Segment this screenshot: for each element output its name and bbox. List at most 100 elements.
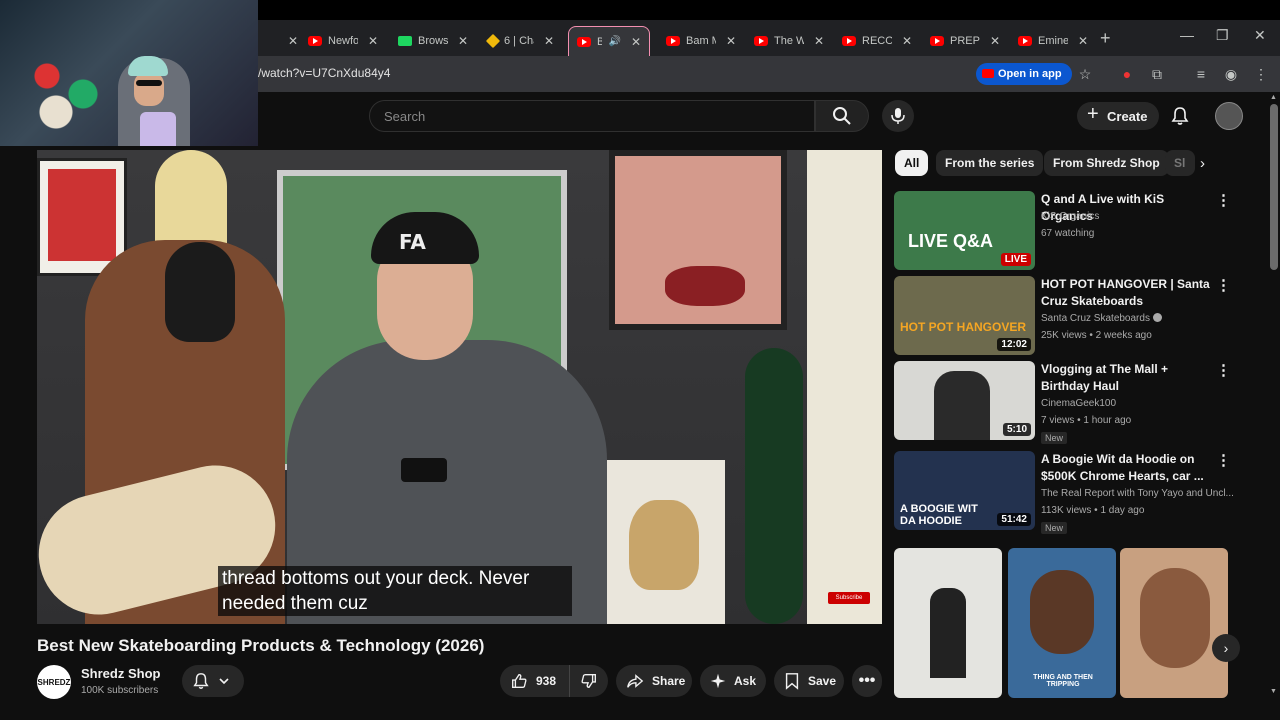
duration-badge: 51:42 (997, 513, 1031, 526)
close-tab-icon[interactable]: ✕ (631, 35, 641, 49)
save-button[interactable]: Save (774, 665, 844, 697)
scrollbar-thumb[interactable] (1270, 104, 1278, 270)
browser-tab[interactable]: Bam M ✕ (658, 26, 744, 56)
chip-partial[interactable]: Sl (1165, 150, 1195, 176)
recommendation-title[interactable]: HOT POT HANGOVER | Santa Cruz Skateboard… (1041, 276, 1217, 310)
youtube-icon (930, 36, 944, 46)
browser-tab-active[interactable]: Be 🔊 ✕ (568, 26, 650, 56)
recommendation-title[interactable]: A Boogie Wit da Hoodie on $500K Chrome H… (1041, 451, 1217, 485)
scroll-down-icon[interactable]: ▼ (1270, 688, 1277, 695)
scroll-up-icon[interactable]: ▲ (1270, 94, 1277, 101)
recommendation-item[interactable]: LIVE Q&A LIVE Q and A Live with KiS Orga… (894, 191, 1234, 271)
restore-icon[interactable]: ❐ (1216, 27, 1229, 44)
chip-from-shredz-shop[interactable]: From Shredz Shop (1044, 150, 1169, 176)
browser-tab[interactable]: 6 | Cha ✕ (480, 26, 562, 56)
close-tab-icon[interactable]: ✕ (814, 34, 824, 48)
binance-icon (485, 33, 501, 49)
create-button[interactable]: Create (1077, 102, 1160, 130)
close-tab-icon[interactable]: ✕ (458, 34, 468, 48)
video-thumbnail[interactable]: A BOOGIE WIT DA HOODIE 51:42 (894, 451, 1035, 530)
open-in-app-button[interactable]: Open in app (976, 63, 1072, 85)
chevron-down-icon (219, 678, 229, 685)
search-button[interactable] (815, 100, 869, 132)
recommendation-item[interactable]: 5:10 Vlogging at The Mall + Birthday Hau… (894, 361, 1234, 444)
extension-icon[interactable]: ● (1117, 64, 1137, 84)
voice-search-button[interactable] (882, 100, 914, 132)
video-caption: thread bottoms out your deck. Never need… (218, 566, 572, 616)
profile-icon[interactable]: ◉ (1221, 64, 1241, 84)
more-vertical-icon[interactable]: ⋮ (1216, 451, 1231, 469)
more-vertical-icon[interactable]: ⋮ (1216, 191, 1231, 209)
tab-label: Newfo (328, 35, 358, 47)
recommendation-item[interactable]: HOT POT HANGOVER 12:02 HOT POT HANGOVER … (894, 276, 1234, 356)
close-tab-icon[interactable]: ✕ (1078, 34, 1088, 48)
more-vertical-icon[interactable]: ⋮ (1216, 276, 1231, 294)
video-thumbnail[interactable]: LIVE Q&A LIVE (894, 191, 1035, 270)
minimize-icon[interactable]: — (1180, 27, 1194, 43)
browser-tab[interactable]: Browse ✕ (390, 26, 476, 56)
extensions-puzzle-icon[interactable]: ⧉ (1147, 64, 1167, 84)
notifications-bell-icon[interactable] (1170, 106, 1190, 131)
microphone-icon (891, 108, 905, 124)
recommendation-meta: 7 views • 1 hour ago (1041, 415, 1132, 426)
like-button[interactable]: 938 (500, 665, 570, 697)
channel-label: Santa Cruz Skateboards (1041, 313, 1150, 324)
dislike-button[interactable] (570, 672, 608, 690)
save-label: Save (808, 674, 837, 688)
close-tab-icon[interactable]: ✕ (288, 34, 298, 48)
search-input[interactable]: Search (369, 100, 815, 132)
short-thumbnail[interactable] (894, 548, 1002, 698)
video-player[interactable]: FA (37, 150, 882, 624)
recommendation-channel[interactable]: The Real Report with Tony Yayo and Uncl.… (1041, 488, 1234, 499)
more-actions-button[interactable]: ••• (852, 665, 882, 697)
account-avatar[interactable] (1215, 102, 1243, 130)
media-control-icon[interactable]: ≡ (1191, 64, 1211, 84)
bookmark-star-icon[interactable]: ☆ (1075, 64, 1095, 84)
shorts-next-button[interactable]: › (1212, 634, 1240, 662)
browser-tab[interactable]: The W ✕ (746, 26, 832, 56)
browser-tab[interactable]: RECOR ✕ (834, 26, 920, 56)
sparkle-icon (710, 673, 726, 689)
bell-icon (193, 673, 209, 689)
close-tab-icon[interactable]: ✕ (544, 34, 554, 48)
short-caption: THING AND THEN TRIPPING (1033, 674, 1093, 688)
short-thumbnail[interactable]: THING AND THEN TRIPPING (1008, 548, 1116, 698)
tab-label: Emine (1038, 35, 1068, 47)
subscriber-count: 100K subscribers (81, 685, 159, 696)
short-thumbnail[interactable] (1120, 548, 1228, 698)
chevron-right-icon[interactable]: › (1200, 155, 1205, 172)
url-text[interactable]: /watch?v=U7CnXdu84y4 (258, 66, 390, 80)
recommendation-item[interactable]: A BOOGIE WIT DA HOODIE 51:42 A Boogie Wi… (894, 451, 1234, 534)
recommendation-channel[interactable]: KiS Organics (1041, 211, 1099, 222)
more-vertical-icon[interactable]: ⋮ (1216, 361, 1231, 379)
new-badge: New (1041, 522, 1068, 534)
ask-button[interactable]: Ask (700, 665, 766, 697)
tab-label: 6 | Cha (504, 35, 534, 47)
close-tab-icon[interactable]: ✕ (902, 34, 912, 48)
subscription-notification-button[interactable] (182, 665, 244, 697)
close-window-icon[interactable]: ✕ (1254, 27, 1266, 44)
recommendation-channel[interactable]: CinemaGeek100 (1041, 398, 1116, 409)
subscribe-watermark[interactable]: Subscribe (828, 592, 870, 604)
new-tab-icon[interactable]: + (1100, 28, 1111, 49)
channel-avatar[interactable]: SHREDZ (37, 665, 71, 699)
thumbnail-text: LIVE Q&A (908, 231, 994, 251)
browser-tab[interactable]: Emine ✕ (1010, 26, 1096, 56)
browser-tab[interactable]: Newfo ✕ (300, 26, 386, 56)
video-thumbnail[interactable]: HOT POT HANGOVER 12:02 (894, 276, 1035, 355)
youtube-icon (666, 36, 680, 46)
menu-icon[interactable]: ⋮ (1251, 64, 1271, 84)
channel-name[interactable]: Shredz Shop (81, 666, 160, 681)
chip-from-the-series[interactable]: From the series (936, 150, 1044, 176)
close-tab-icon[interactable]: ✕ (368, 34, 378, 48)
browse-icon (398, 36, 412, 46)
recommendation-channel[interactable]: Santa Cruz Skateboards (1041, 313, 1162, 324)
close-tab-icon[interactable]: ✕ (726, 34, 736, 48)
audio-icon[interactable]: 🔊 (608, 36, 620, 47)
chip-all[interactable]: All (895, 150, 929, 176)
video-thumbnail[interactable]: 5:10 (894, 361, 1035, 440)
close-tab-icon[interactable]: ✕ (990, 34, 1000, 48)
browser-tab[interactable]: PREPP ✕ (922, 26, 1008, 56)
recommendation-title[interactable]: Vlogging at The Mall + Birthday Haul (1041, 361, 1217, 395)
share-button[interactable]: Share (616, 665, 692, 697)
